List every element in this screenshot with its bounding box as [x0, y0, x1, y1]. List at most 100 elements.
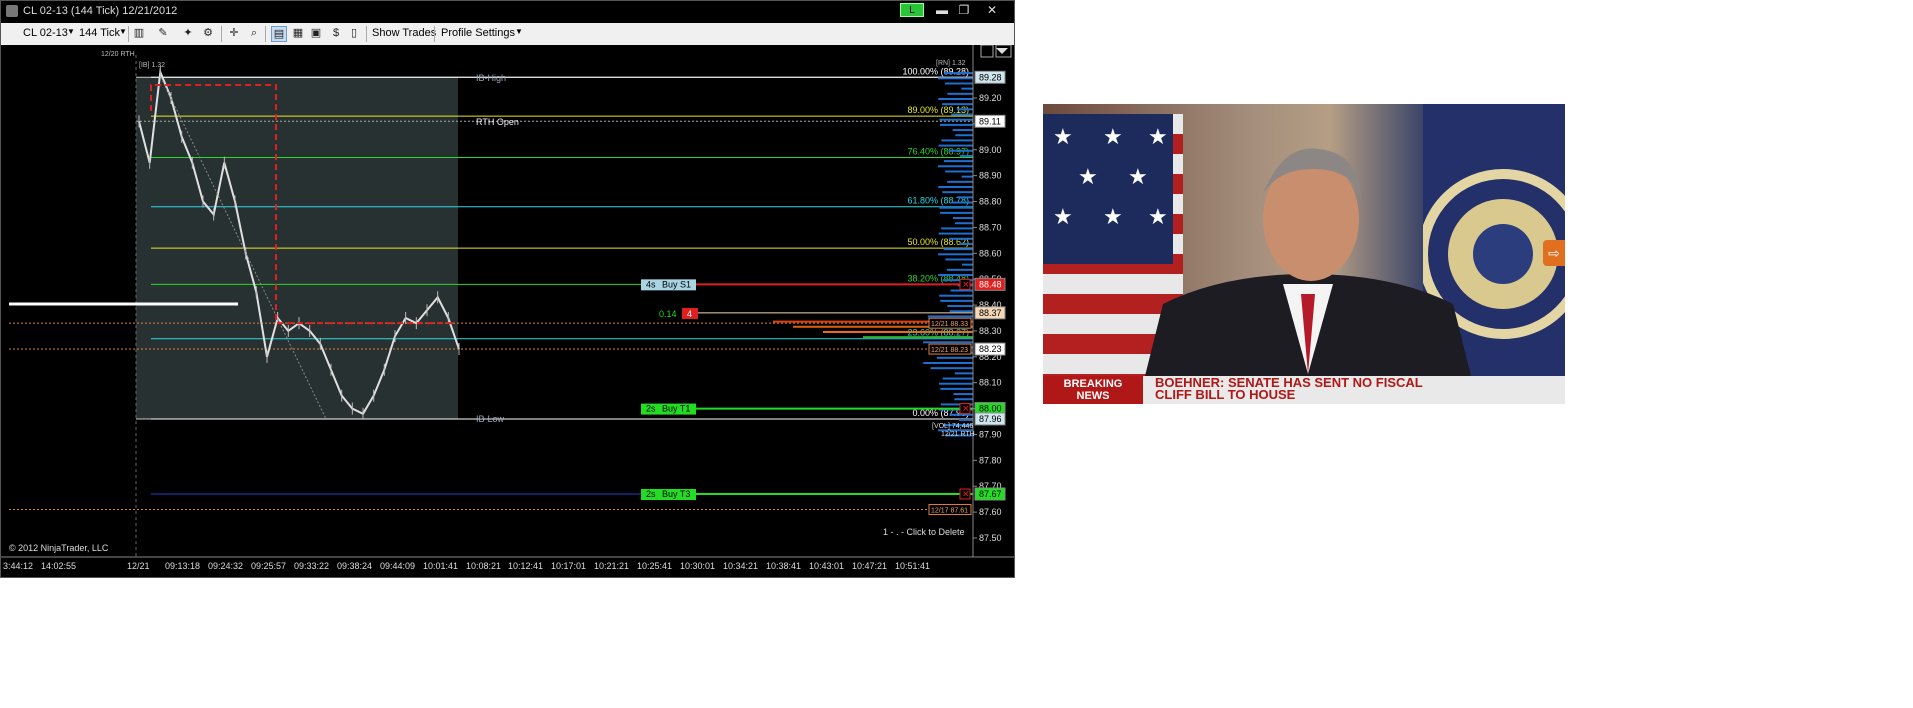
volume-profile-bar: [940, 387, 973, 390]
y-tick-label: 89.20: [979, 93, 1002, 103]
x-tick-label: 10:43:01: [809, 561, 844, 571]
order-label-text: Buy T1: [662, 404, 690, 414]
title-bar[interactable]: CL 02-13 (144 Tick) 12/21/2012 L ▬ ❐ ✕: [1, 1, 1014, 21]
copyright-text: © 2012 NinjaTrader, LLC: [9, 543, 109, 553]
volume-profile-bar: [943, 248, 973, 251]
maximize-button[interactable]: ❐: [951, 2, 977, 18]
volume-profile-bar: [956, 108, 973, 111]
order-label-text: Buy T3: [662, 489, 690, 499]
volume-profile-bar: [938, 274, 973, 276]
connection-status-badge[interactable]: L: [900, 3, 924, 17]
svg-text:★: ★: [1053, 124, 1073, 149]
volume-profile-bar: [938, 98, 973, 100]
volume-profile-bar: [959, 154, 973, 157]
chart-panel-menu-icon[interactable]: [980, 44, 994, 58]
ib-low-label: IB-Low: [476, 414, 505, 424]
y-tick-label: 89.00: [979, 145, 1002, 155]
interval-dropdown-icon[interactable]: ▼: [119, 27, 127, 36]
profile-settings-button[interactable]: Profile Settings: [441, 27, 515, 39]
x-tick-label: 10:12:41: [508, 561, 543, 571]
side-panel-tab-icon[interactable]: ⇨: [1543, 240, 1565, 266]
instrument-selector[interactable]: CL 02-13: [23, 27, 68, 39]
x-tick-label: 10:47:21: [852, 561, 887, 571]
volume-profile-bar: [947, 92, 973, 95]
dollar-icon[interactable]: $: [329, 26, 343, 40]
rth-open-label: RTH Open: [476, 117, 519, 127]
bar-type-icon[interactable]: ▥: [132, 26, 146, 40]
volume-profile-bar: [945, 258, 973, 261]
price-axis-tag-text: 88.37: [979, 308, 1002, 318]
toolbar-divider: [366, 26, 367, 42]
chart-trader-icon[interactable]: ▤: [271, 26, 287, 42]
properties-icon[interactable]: ▯: [347, 26, 361, 40]
volume-profile-bar: [941, 139, 973, 142]
news-lower-third: BREAKING NEWS BOEHNER: SENATE HAS SENT N…: [1043, 376, 1565, 404]
volume-profile-bar: [944, 72, 973, 75]
x-tick-label: 09:33:22: [294, 561, 329, 571]
order-tif-text: 4s: [646, 279, 656, 289]
data-box-icon[interactable]: ▦: [291, 26, 305, 40]
instrument-dropdown-icon[interactable]: ▼: [67, 27, 75, 36]
toolbar-divider: [128, 26, 129, 42]
profile-settings-dropdown-icon[interactable]: ▼: [515, 27, 523, 36]
crosshair-icon[interactable]: ✛: [227, 26, 241, 40]
price-axis-tag-text: 89.11: [979, 116, 1001, 126]
order-cancel-x: ✕: [962, 404, 970, 414]
volume-profile-bar: [946, 268, 973, 271]
volume-profile-bar: [954, 372, 973, 375]
order-pnl-text: 0.14: [659, 309, 677, 319]
x-tick-label: 09:25:57: [251, 561, 286, 571]
y-tick-label: 88.60: [979, 248, 1002, 258]
x-tick-label: 10:25:41: [637, 561, 672, 571]
volume-profile-bar: [941, 227, 973, 230]
volume-profile-bar: [949, 310, 973, 313]
indicator-icon[interactable]: ✦: [181, 26, 195, 40]
volume-profile-bar: [955, 222, 973, 225]
volume-profile-bar: [954, 398, 973, 401]
volume-profile-bar: [957, 196, 973, 199]
volume-session-label: 12/21 RTH: [941, 431, 975, 438]
y-tick-label: 87.60: [979, 507, 1002, 517]
chart-canvas[interactable]: 100.00% (89.28)89.00% (89.13)76.40% (88.…: [1, 44, 1014, 577]
strategy-icon[interactable]: ⚙: [201, 26, 215, 40]
volume-profile-bar: [940, 299, 973, 302]
volume-profile-bar: [927, 315, 973, 318]
svg-text:★: ★: [1103, 124, 1123, 149]
volume-profile-bar: [944, 82, 973, 85]
svg-text:★: ★: [1078, 164, 1098, 189]
volume-profile-bar: [952, 217, 973, 220]
fib-level-label: 100.00% (89.28): [902, 66, 969, 76]
show-trades-button[interactable]: Show Trades: [372, 27, 436, 39]
delete-hint[interactable]: 1 - . - Click to Delete: [883, 527, 965, 537]
draw-pencil-icon[interactable]: ✎: [156, 26, 170, 40]
x-tick-label: 10:38:41: [766, 561, 801, 571]
order-qty-text: 4: [687, 309, 692, 319]
volume-profile-bar: [939, 123, 973, 126]
x-tick-label: 09:24:32: [208, 561, 243, 571]
volume-profile-bar: [952, 129, 973, 132]
x-tick-label: 09:38:24: [337, 561, 372, 571]
speaker-video-image: [1143, 148, 1473, 384]
headline-line2: CLIFF BILL TO HOUSE: [1155, 387, 1296, 402]
volume-profile-bar: [959, 242, 973, 245]
price-chart[interactable]: 100.00% (89.28) 89.00% (89.13) 76.40% (88.…: [1, 44, 1016, 577]
volume-label: [VOL] 74,446: [932, 423, 973, 430]
session-header-label: 12/20 RTH: [101, 51, 135, 58]
right-range-label: [RN] 1.32: [936, 60, 966, 67]
interval-selector[interactable]: 144 Tick: [79, 27, 120, 39]
volume-profile-bar: [942, 103, 973, 106]
volume-profile-hot-bar: [863, 336, 973, 339]
close-button[interactable]: ✕: [979, 2, 1005, 18]
zoom-icon[interactable]: ⌕: [247, 26, 261, 40]
ib-range-label: [IB] 1.32: [139, 62, 165, 69]
x-tick-label: 3:44:12: [3, 561, 33, 571]
image-export-icon[interactable]: ▣: [309, 26, 323, 40]
volume-profile-bar: [953, 393, 973, 396]
volume-profile-bar: [948, 237, 973, 240]
x-tick-label: 10:08:21: [466, 561, 501, 571]
breaking-line2: NEWS: [1076, 390, 1110, 402]
volume-profile-bar: [923, 362, 973, 364]
order-cancel-x: ✕: [962, 489, 970, 499]
volume-profile-bar: [939, 294, 973, 297]
volume-profile-bar: [958, 418, 973, 421]
